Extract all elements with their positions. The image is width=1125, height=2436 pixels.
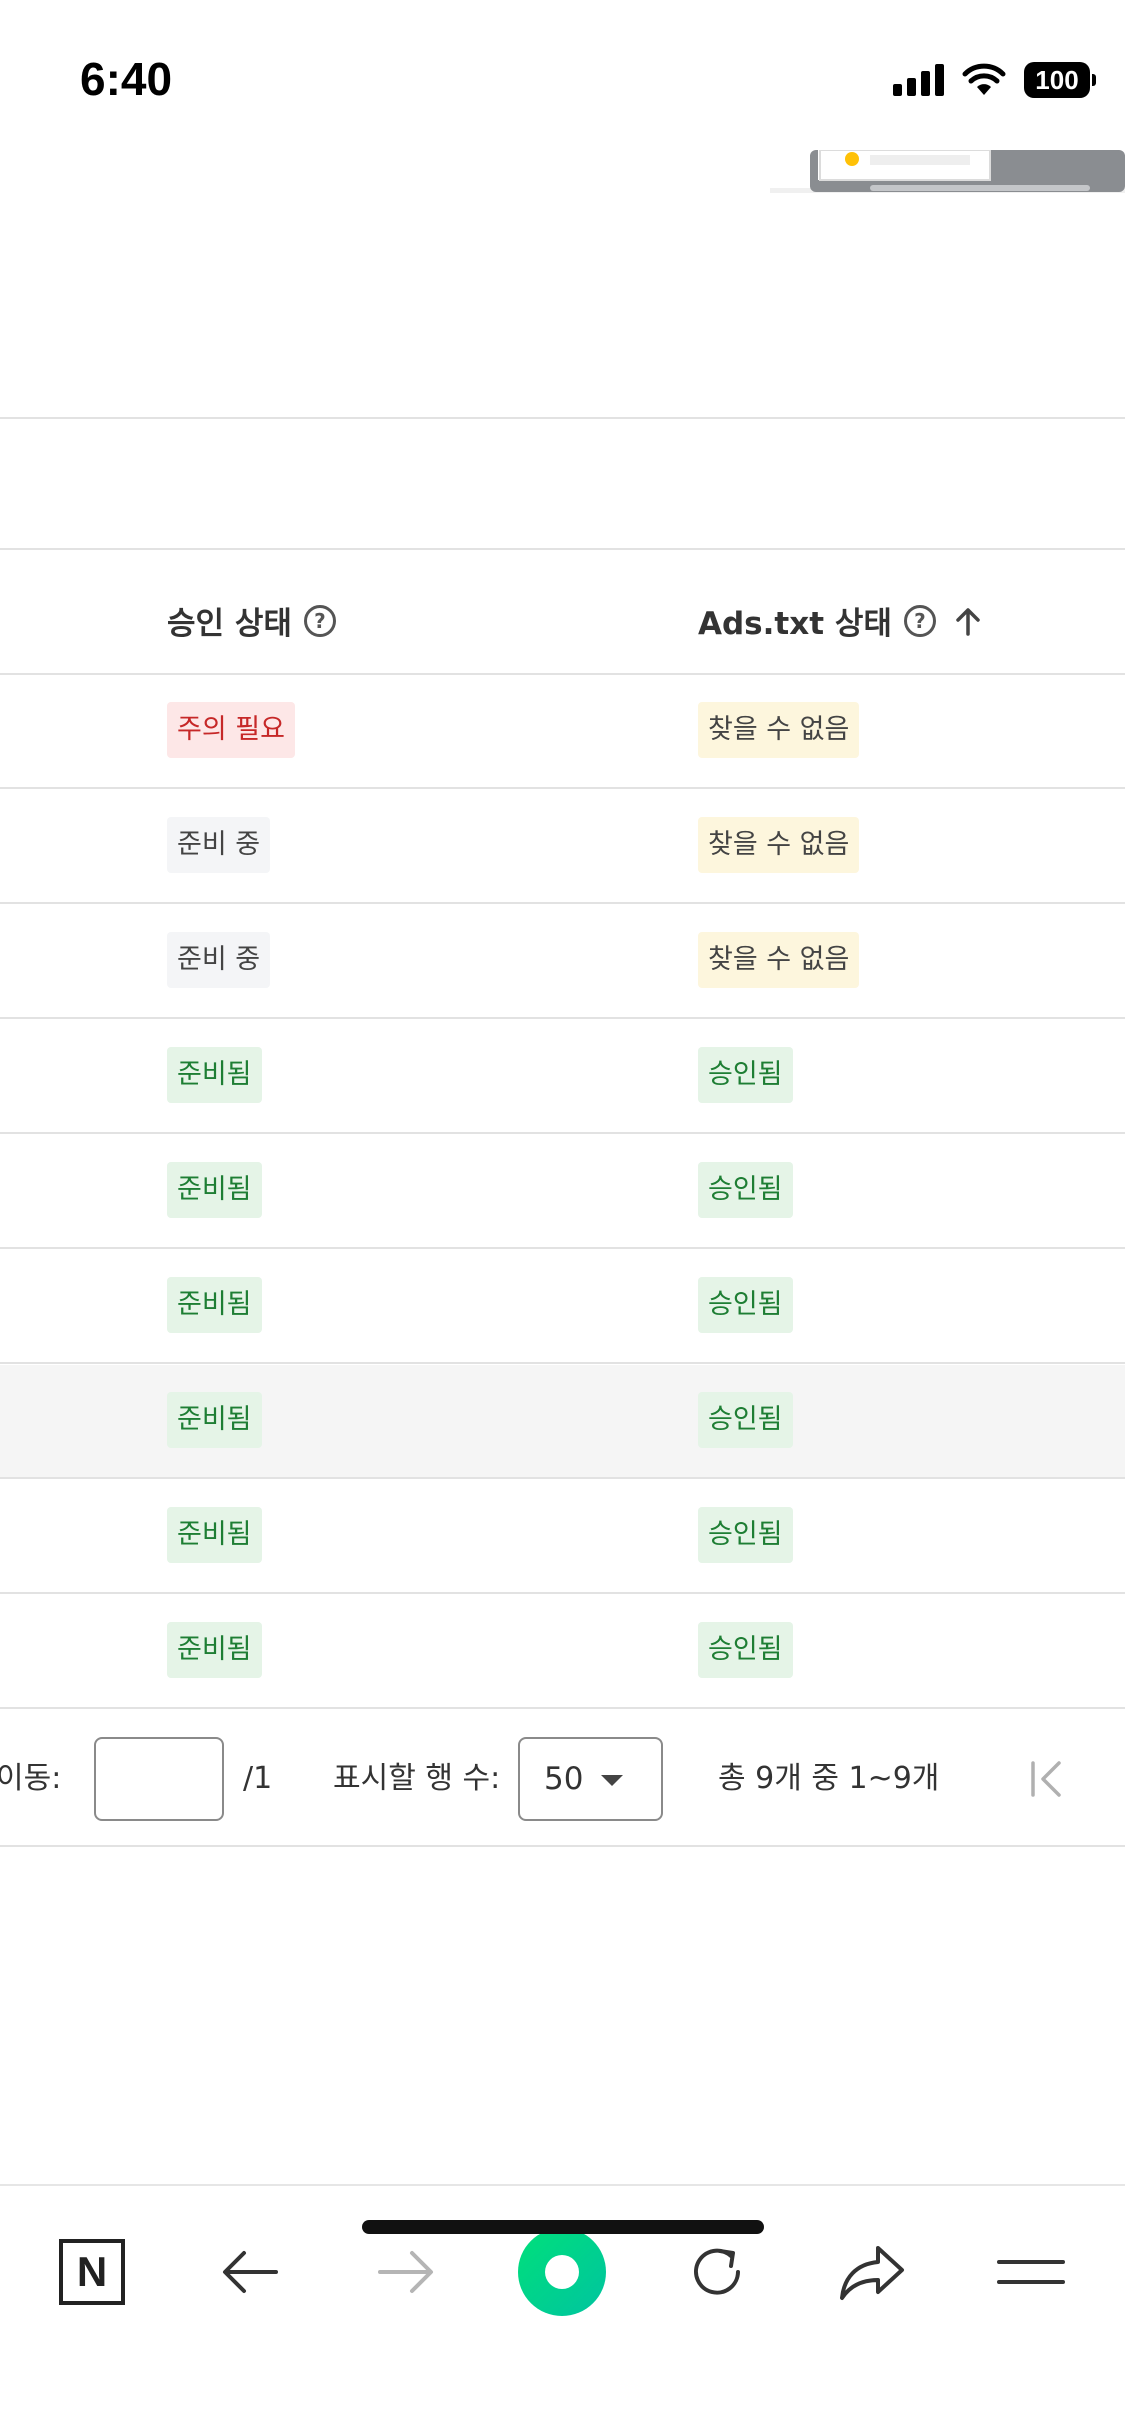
rows-per-page-label: 표시할 행 수:: [333, 1761, 501, 1796]
green-dot-icon: [518, 2228, 606, 2316]
adstxt-status-badge: 승인됨: [698, 1047, 793, 1103]
caret-down-icon: [601, 1775, 623, 1786]
header-approval-status[interactable]: 승인 상태 ?: [167, 598, 336, 643]
wifi-icon: [962, 63, 1006, 95]
approval-status-badge: 주의 필요: [167, 702, 295, 758]
adstxt-status-badge: 찾을 수 없음: [698, 817, 860, 873]
green-dot-button[interactable]: [512, 2222, 612, 2322]
sort-ascending-icon[interactable]: [954, 606, 982, 636]
battery-icon: 100: [1024, 62, 1096, 98]
goto-page-label: 이동:: [0, 1761, 62, 1796]
help-icon[interactable]: ?: [303, 604, 336, 637]
adstxt-status-badge: 승인됨: [698, 1277, 793, 1333]
header-approval-label: 승인 상태: [167, 606, 292, 642]
page-number-input[interactable]: [94, 1737, 224, 1821]
table-row[interactable]: 준비됨 승인됨: [0, 1365, 1125, 1479]
table-row[interactable]: 준비됨 승인됨: [0, 1020, 1125, 1134]
pagination-bar: 이동: /1 표시할 행 수: 50 총 9개 중 1~9개: [0, 1712, 1125, 1846]
table-row[interactable]: 준비 중 찾을 수 없음: [0, 905, 1125, 1019]
naver-n-icon: N: [59, 2239, 125, 2305]
range-text: 총 9개 중 1~9개: [718, 1761, 940, 1796]
forward-arrow-icon: [378, 2251, 433, 2293]
reload-button[interactable]: [667, 2222, 767, 2322]
table-row[interactable]: 주의 필요 찾을 수 없음: [0, 675, 1125, 789]
approval-status-badge: 준비됨: [167, 1162, 262, 1218]
cellular-signal-icon: [893, 64, 944, 96]
home-indicator: [362, 2220, 764, 2234]
menu-button[interactable]: [981, 2222, 1081, 2322]
table-row[interactable]: 준비됨 승인됨: [0, 1135, 1125, 1249]
menu-icon: [997, 2260, 1065, 2284]
first-page-icon[interactable]: [1025, 1757, 1069, 1801]
table-row[interactable]: 준비됨 승인됨: [0, 1250, 1125, 1364]
share-button[interactable]: [823, 2222, 923, 2322]
reload-icon: [694, 2248, 740, 2295]
adstxt-status-badge: 승인됨: [698, 1392, 793, 1448]
approval-status-badge: 준비됨: [167, 1047, 262, 1103]
divider: [0, 1845, 1125, 1847]
adstxt-status-badge: 찾을 수 없음: [698, 932, 860, 988]
total-pages-text: /1: [243, 1761, 273, 1796]
approval-status-badge: 준비됨: [167, 1277, 262, 1333]
help-icon[interactable]: ?: [903, 604, 936, 637]
rows-per-page-select[interactable]: 50: [518, 1737, 663, 1821]
adstxt-status-badge: 승인됨: [698, 1162, 793, 1218]
share-icon: [840, 2246, 904, 2300]
naver-home-button[interactable]: N: [42, 2222, 142, 2322]
back-button[interactable]: [200, 2222, 300, 2322]
approval-status-badge: 준비됨: [167, 1507, 262, 1563]
laptop-illustration: [770, 150, 1125, 193]
rows-per-page-value: 50: [544, 1761, 584, 1797]
approval-status-badge: 준비됨: [167, 1622, 262, 1678]
approval-status-badge: 준비 중: [167, 932, 271, 988]
status-time: 6:40: [80, 53, 173, 105]
forward-button[interactable]: [356, 2222, 456, 2322]
status-bar: 6:40 100: [0, 0, 1125, 150]
header-adstxt-status[interactable]: Ads.txt 상태 ?: [698, 598, 982, 643]
header-adstxt-label: Ads.txt 상태: [698, 606, 892, 642]
approval-status-badge: 준비 중: [167, 817, 271, 873]
divider: [0, 417, 1125, 419]
divider: [0, 548, 1125, 550]
approval-status-badge: 준비됨: [167, 1392, 262, 1448]
adstxt-status-badge: 찾을 수 없음: [698, 702, 860, 758]
table-row[interactable]: 준비됨 승인됨: [0, 1480, 1125, 1594]
status-icons: 100: [893, 62, 1096, 98]
table-row[interactable]: 준비 중 찾을 수 없음: [0, 790, 1125, 904]
back-arrow-icon: [223, 2251, 278, 2293]
table-row[interactable]: 준비됨 승인됨: [0, 1595, 1125, 1709]
adstxt-status-badge: 승인됨: [698, 1622, 793, 1678]
adstxt-status-badge: 승인됨: [698, 1507, 793, 1563]
